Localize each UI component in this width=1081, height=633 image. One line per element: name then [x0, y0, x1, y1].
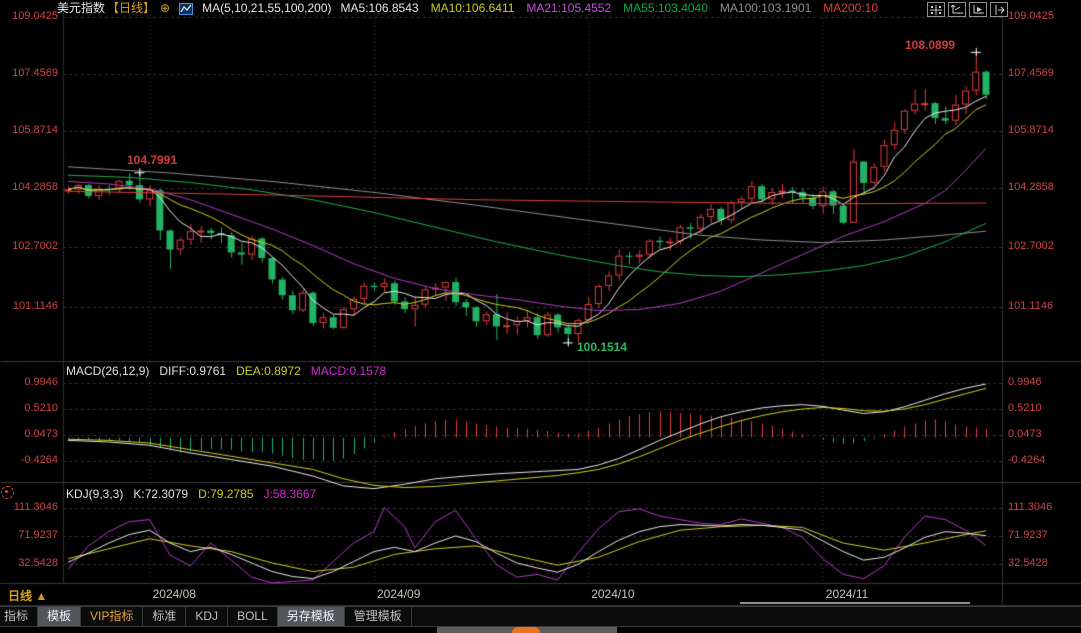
period-selector[interactable]: 日线 ▲	[8, 587, 47, 604]
macd-axis-label: 0.9946	[1008, 376, 1042, 388]
macd-dea-value: DEA:0.8972	[236, 364, 301, 378]
macd-axis-label: 0.9946	[24, 376, 58, 388]
kdj-axis-label: 111.3046	[1008, 501, 1053, 513]
ma-value: MA10:106.6411	[430, 1, 515, 15]
tab-另存模板[interactable]: 另存模板	[277, 607, 345, 626]
indicator-tabbar: 指标 模板 VIP指标 标准 KDJ BOLL 另存模板 管理模板	[0, 606, 1081, 627]
panel-indicator-icon[interactable]	[1, 486, 14, 499]
price-axis-label: 102.7002	[1008, 240, 1054, 252]
price-axis-label: 107.4569	[12, 67, 58, 79]
symbol-title: 美元指数	[57, 1, 106, 15]
price-annotation: 100.1514	[576, 340, 628, 354]
ma-value: MA200:10	[823, 1, 878, 15]
price-axis-label: 102.7002	[12, 240, 58, 252]
macd-axis-label: -0.4264	[20, 454, 58, 466]
kdj-d-value: D:79.2785	[198, 487, 254, 501]
price-axis-label: 109.0425	[1008, 10, 1054, 22]
x-axis-label: 2024/09	[377, 587, 421, 601]
tab-管理模板[interactable]: 管理模板	[345, 607, 412, 626]
macd-diff-value: DIFF:0.9761	[159, 364, 227, 378]
price-annotation: 108.0899	[904, 38, 956, 52]
tab-VIP指标[interactable]: VIP指标	[81, 607, 144, 626]
price-axis-label: 101.1146	[1008, 300, 1054, 312]
kdj-axis-label: 32.5428	[1008, 557, 1048, 569]
period-tag[interactable]: 【日线】	[107, 1, 155, 16]
ma-value: MA21:105.4552	[526, 1, 612, 15]
macd-axis-label: 0.0473	[1008, 428, 1042, 440]
period-arrow-icon: ▲	[35, 589, 48, 603]
kdj-k-value: K:72.3079	[133, 487, 189, 501]
pan-right-tool-icon[interactable]	[990, 2, 1008, 17]
add-indicator-icon[interactable]: ⊕	[160, 1, 170, 16]
price-axis-label: 104.2858	[12, 181, 58, 193]
x-axis-play-tool-icon[interactable]	[969, 2, 987, 17]
x-axis-label: 2024/10	[591, 587, 635, 601]
taskbar-peek[interactable]	[437, 627, 617, 633]
price-annotation: 104.7991	[126, 153, 178, 167]
crosshair-tool-icon[interactable]	[927, 2, 945, 17]
y-axis-scale-tool-icon[interactable]	[948, 2, 966, 17]
price-axis-label: 101.1146	[12, 300, 58, 312]
chart-toolbar	[927, 2, 1008, 17]
browser-peek-icon	[512, 627, 540, 633]
macd-header: MACD(26,12,9) DIFF:0.9761 DEA:0.8972 MAC…	[66, 364, 386, 378]
kdj-axis-label: 111.3046	[13, 501, 58, 513]
tab-模板[interactable]: 模板	[38, 607, 82, 626]
price-axis-label: 107.4569	[1008, 67, 1054, 79]
price-axis-label: 105.8714	[12, 124, 58, 136]
kdj-axis-label: 71.9237	[18, 529, 58, 541]
price-axis-label: 109.0425	[12, 10, 58, 22]
chart-application: 美元指数 【日线】 ⊕ MA(5,10,21,55,100,200) MA5:1…	[0, 0, 1081, 633]
macd-name[interactable]: MACD(26,12,9)	[66, 364, 149, 378]
macd-axis-label: 0.5210	[24, 402, 58, 414]
chart-scrollbar[interactable]	[740, 602, 970, 604]
ma-value: MA55:103.4040	[623, 1, 708, 15]
chart-header: 美元指数 【日线】 ⊕ MA(5,10,21,55,100,200) MA5:1…	[57, 1, 878, 16]
kdj-axis-label: 32.5428	[18, 557, 58, 569]
bottom-strip	[0, 627, 1081, 633]
price-axis-label: 105.8714	[1008, 124, 1054, 136]
macd-axis-label: 0.0473	[24, 428, 58, 440]
price-axis-label: 104.2858	[1008, 181, 1054, 193]
chart-canvas[interactable]	[0, 0, 1081, 633]
ma-values: MA5:106.8543 MA10:106.6411 MA21:105.4552 MA…	[341, 1, 878, 16]
ma-group-label: MA(5,10,21,55,100,200)	[202, 1, 332, 15]
ma-value: MA100:103.1901	[719, 1, 812, 15]
x-axis-label: 2024/08	[152, 587, 196, 601]
kdj-axis-label: 71.9237	[1008, 529, 1048, 541]
period-label: 日线	[8, 589, 33, 603]
tab-指标[interactable]: 指标	[0, 607, 39, 626]
macd-axis-label: -0.4264	[1008, 454, 1046, 466]
kdj-header: KDJ(9,3,3) K:72.3079 D:79.2785 J:58.3667	[66, 487, 316, 501]
tab-BOLL[interactable]: BOLL	[228, 607, 278, 626]
macd-axis-label: 0.5210	[1008, 402, 1042, 414]
line-chart-icon	[179, 2, 194, 15]
x-axis-label: 2024/11	[825, 587, 869, 601]
kdj-j-value: J:58.3667	[263, 487, 317, 501]
kdj-name[interactable]: KDJ(9,3,3)	[66, 487, 123, 501]
ma-value: MA5:106.8543	[340, 1, 419, 15]
tab-KDJ[interactable]: KDJ	[186, 607, 229, 626]
macd-value: MACD:0.1578	[310, 364, 387, 378]
tab-标准[interactable]: 标准	[143, 607, 187, 626]
